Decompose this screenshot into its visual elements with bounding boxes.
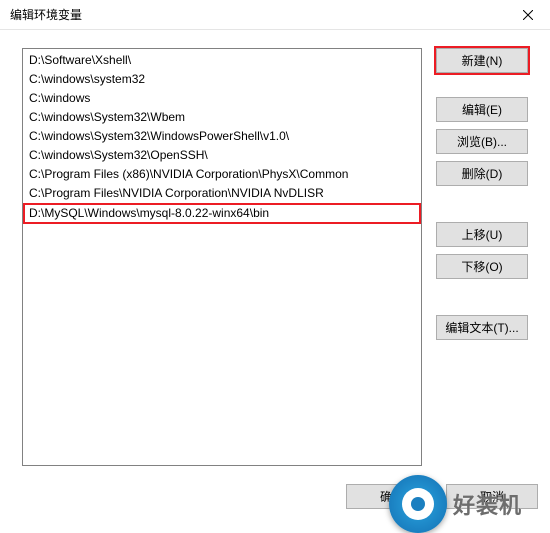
cancel-button[interactable]: 取消	[446, 484, 538, 509]
spacer	[436, 193, 528, 215]
movedown-button[interactable]: 下移(O)	[436, 254, 528, 279]
list-item[interactable]: C:\windows\System32\WindowsPowerShell\v1…	[23, 127, 421, 146]
moveup-button[interactable]: 上移(U)	[436, 222, 528, 247]
bottom-buttons: 确定 取消	[346, 484, 538, 509]
content-area: D:\Software\Xshell\ C:\windows\system32 …	[0, 30, 550, 466]
list-item[interactable]: C:\Program Files\NVIDIA Corporation\NVID…	[23, 184, 421, 203]
close-icon	[523, 10, 533, 20]
close-button[interactable]	[505, 0, 550, 30]
path-list[interactable]: D:\Software\Xshell\ C:\windows\system32 …	[22, 48, 422, 466]
spacer	[436, 286, 528, 308]
list-item[interactable]: C:\Program Files (x86)\NVIDIA Corporatio…	[23, 165, 421, 184]
edit-button[interactable]: 编辑(E)	[436, 97, 528, 122]
list-item[interactable]: D:\Software\Xshell\	[23, 51, 421, 70]
list-item[interactable]: C:\windows\System32\OpenSSH\	[23, 146, 421, 165]
edittext-button[interactable]: 编辑文本(T)...	[436, 315, 528, 340]
ok-button[interactable]: 确定	[346, 484, 438, 509]
titlebar: 编辑环境变量	[0, 0, 550, 30]
browse-button[interactable]: 浏览(B)...	[436, 129, 528, 154]
spacer	[436, 80, 528, 90]
window-title: 编辑环境变量	[10, 6, 82, 23]
buttons-column: 新建(N) 编辑(E) 浏览(B)... 删除(D) 上移(U) 下移(O) 编…	[436, 48, 528, 466]
list-item[interactable]: C:\windows	[23, 89, 421, 108]
list-item[interactable]: C:\windows\System32\Wbem	[23, 108, 421, 127]
list-item-highlighted[interactable]: D:\MySQL\Windows\mysql-8.0.22-winx64\bin	[23, 203, 421, 224]
new-button[interactable]: 新建(N)	[436, 48, 528, 73]
list-item[interactable]: C:\windows\system32	[23, 70, 421, 89]
delete-button[interactable]: 删除(D)	[436, 161, 528, 186]
